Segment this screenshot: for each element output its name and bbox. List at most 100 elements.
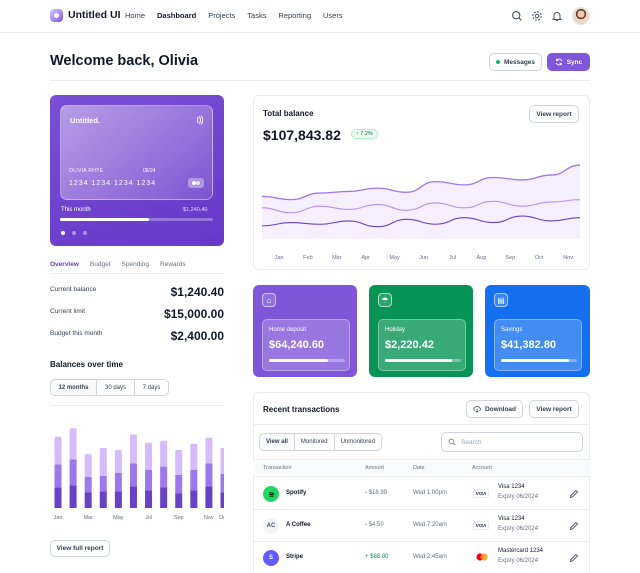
- bar-segment: [145, 490, 153, 508]
- user-avatar[interactable]: [572, 7, 590, 25]
- transaction-name: Spotify: [286, 490, 307, 496]
- card-pager-dot[interactable]: [83, 231, 87, 235]
- col-date: Date: [413, 465, 425, 471]
- savings-label: Savings: [501, 327, 523, 333]
- card-progress-bar: [60, 218, 213, 221]
- filter-unmonitored[interactable]: Unmonitored: [335, 434, 381, 450]
- coffee-logo-icon: AC: [263, 518, 279, 534]
- home-deposit-progress-fill: [269, 359, 329, 362]
- x-tick-label: Sep: [505, 255, 515, 261]
- savings-inner: Savings $41,382.80: [494, 319, 582, 371]
- app-name[interactable]: Untitled UI: [68, 9, 121, 21]
- visa-icon: VISA: [473, 521, 489, 530]
- transactions-search-input[interactable]: Search: [441, 432, 583, 452]
- search-icon: [448, 438, 456, 446]
- page-title: Welcome back, Olivia: [50, 53, 199, 69]
- bar-segment: [114, 450, 122, 473]
- x-tick-label: Nov: [563, 255, 573, 261]
- bar-segment: [84, 492, 92, 508]
- bar-segment: [145, 442, 153, 470]
- change-value: 7.2%: [360, 131, 373, 137]
- x-tick-label: Feb: [303, 255, 312, 261]
- transactions-view-report-button[interactable]: View report: [529, 400, 579, 418]
- card-brand: Untitled.: [70, 116, 100, 125]
- range-12-months[interactable]: 12 months: [51, 380, 97, 395]
- download-button[interactable]: Download: [466, 400, 523, 418]
- nav-dashboard[interactable]: Dashboard: [157, 11, 196, 20]
- bar-segment: [205, 437, 213, 464]
- account-expiry: Expiry 06/2024: [498, 526, 539, 532]
- transaction-amount: - $18.99: [365, 490, 388, 496]
- budget-month-value: $2,400.00: [170, 329, 224, 343]
- holiday-card[interactable]: ☂ Holiday $2,220.42: [369, 285, 473, 377]
- transaction-date: Wed 7:20am: [413, 522, 447, 528]
- view-full-report-label: View full report: [56, 545, 104, 552]
- x-tick-label: Apr: [361, 255, 370, 261]
- refresh-icon: [555, 58, 562, 66]
- col-account: Account: [472, 465, 492, 471]
- bar-segment: [220, 473, 224, 493]
- holiday-label: Holiday: [385, 327, 406, 333]
- view-full-report-button[interactable]: View full report: [50, 540, 110, 557]
- nav-home[interactable]: Home: [125, 11, 145, 20]
- filter-view-all[interactable]: View all: [260, 434, 295, 450]
- credit-card[interactable]: Untitled. OLIVIA RHYE 06/24 1234 1234 12…: [60, 105, 213, 200]
- contactless-icon: [196, 115, 204, 125]
- transaction-amount: - $4.50: [365, 522, 384, 528]
- bar-segment: [84, 454, 92, 477]
- bar-segment: [190, 490, 198, 508]
- nav-tasks[interactable]: Tasks: [247, 11, 266, 20]
- messages-button[interactable]: Messages: [489, 53, 542, 71]
- change-badge: ↑ 7.2%: [351, 129, 378, 139]
- edit-icon[interactable]: [569, 489, 579, 499]
- nav-reporting[interactable]: Reporting: [278, 11, 311, 20]
- spotify-logo-icon: [263, 486, 279, 502]
- search-icon[interactable]: [511, 10, 523, 22]
- bar-segment: [129, 434, 137, 464]
- transaction-date: Wed 1:00pm: [413, 490, 447, 496]
- col-transaction: Transaction: [263, 465, 292, 471]
- card-pager-dot[interactable]: [61, 231, 65, 235]
- balances-title: Balances over time: [50, 360, 123, 369]
- transactions-header-divider: [253, 424, 590, 425]
- sync-button[interactable]: Sync: [547, 53, 590, 71]
- balances-bar-chart: Jan Mar May Jul Sep Nov Dec: [54, 428, 224, 521]
- card-pager-dot[interactable]: [72, 231, 76, 235]
- x-tick-label: May: [389, 255, 400, 261]
- header-divider: [50, 80, 590, 81]
- bar-segment: [160, 440, 168, 467]
- this-month-label: This month: [61, 207, 91, 213]
- bell-icon[interactable]: [551, 10, 563, 22]
- col-amount: Amount: [365, 465, 384, 471]
- edit-icon[interactable]: [569, 553, 579, 563]
- transaction-name: Stripe: [286, 554, 304, 560]
- stripe-logo-icon: S: [263, 550, 279, 566]
- total-balance-title: Total balance: [263, 109, 314, 118]
- savings-card[interactable]: ▤ Savings $41,382.80: [485, 285, 590, 377]
- x-tick-label: Jun: [419, 255, 428, 261]
- current-balance-value: $1,240.40: [170, 285, 224, 299]
- edit-icon[interactable]: [569, 521, 579, 531]
- holiday-progress: [385, 359, 461, 362]
- bar-segment: [54, 436, 62, 465]
- savings-progress-fill: [501, 359, 570, 362]
- bar-segment: [99, 491, 107, 508]
- x-tick-label: Aug: [476, 255, 486, 261]
- main-nav: Home Dashboard Projects Tasks Reporting …: [125, 11, 343, 20]
- view-report-button[interactable]: View report: [529, 105, 579, 123]
- bar-segment: [205, 463, 213, 487]
- range-7-days[interactable]: 7 days: [135, 380, 168, 395]
- account-card: Visa 1234: [498, 516, 525, 522]
- bar-segment: [190, 469, 198, 491]
- filter-monitored[interactable]: Monitored: [295, 434, 335, 450]
- x-tick-label: Oct: [535, 255, 544, 261]
- range-30-days[interactable]: 30 days: [97, 380, 135, 395]
- nav-users[interactable]: Users: [323, 11, 343, 20]
- app-logo-icon[interactable]: [50, 9, 63, 22]
- nav-projects[interactable]: Projects: [208, 11, 235, 20]
- home-deposit-card[interactable]: ⌂ Home deposit $64,240.60: [253, 285, 357, 377]
- gear-icon[interactable]: [531, 10, 543, 22]
- transaction-amount: + $88.00: [365, 554, 389, 560]
- transaction-filter: View all Monitored Unmonitored: [259, 433, 382, 451]
- savings-value: $41,382.80: [501, 339, 557, 351]
